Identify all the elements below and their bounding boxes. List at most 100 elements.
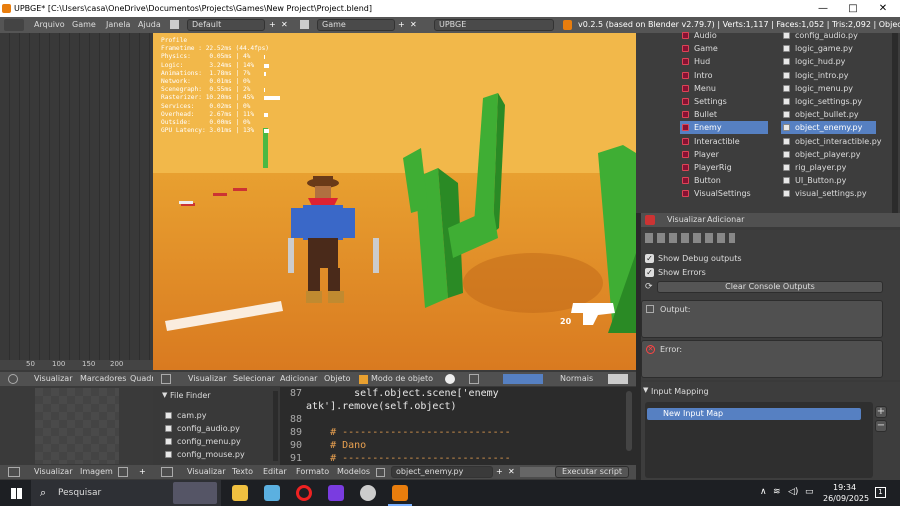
maximize-button[interactable]: □ xyxy=(838,0,868,17)
outliner-script-item[interactable]: object_bullet.py xyxy=(781,108,876,121)
editor-type-icon[interactable] xyxy=(161,374,171,384)
close-window-button[interactable]: ✕ xyxy=(868,0,898,17)
collapse-icon[interactable]: ▼ xyxy=(162,391,167,399)
editor-type-icon[interactable] xyxy=(161,467,173,477)
outliner-scene-item[interactable]: Audio xyxy=(680,29,768,42)
outliner-script-item[interactable]: logic_game.py xyxy=(781,42,876,55)
render-engine-selector[interactable]: UPBGE xyxy=(434,19,554,31)
timeline-menu-quadro[interactable]: Quadro xyxy=(130,372,153,386)
outliner-scene-item[interactable]: Game xyxy=(680,42,768,55)
outliner-script-item[interactable]: visual_settings.py xyxy=(781,187,876,200)
manipulator-icons[interactable] xyxy=(503,374,543,384)
view-menu-adicionar[interactable]: Adicionar xyxy=(280,372,317,386)
add-input-map-button[interactable]: + xyxy=(875,406,887,418)
outliner-scene-item[interactable]: Settings xyxy=(680,95,768,108)
windows-start-icon[interactable] xyxy=(11,488,22,499)
outliner-scene-item[interactable]: Button xyxy=(680,174,768,187)
view-menu-objeto[interactable]: Objeto xyxy=(324,372,351,386)
clock-date[interactable]: 26/09/2025 xyxy=(823,494,869,503)
input-map-item[interactable]: New Input Map xyxy=(647,408,861,420)
code-line[interactable]: # Dano xyxy=(306,440,366,451)
outliner[interactable]: Audio config_audio.py Game logic_game.py Hud… xyxy=(636,31,900,213)
tray-chevron-icon[interactable]: ∧ xyxy=(760,487,767,497)
text-file-name[interactable]: object_enemy.py xyxy=(391,466,493,478)
image-editor[interactable] xyxy=(0,386,153,465)
timeline-editor[interactable]: 50 100 150 200 xyxy=(0,33,153,370)
menu-janela[interactable]: Janela xyxy=(106,17,130,33)
timeline-menu-visualizar[interactable]: Visualizar xyxy=(34,372,73,386)
text-menu-editar[interactable]: Editar xyxy=(263,465,287,479)
editor-type-icon[interactable] xyxy=(8,374,18,384)
outliner-script-item[interactable]: logic_menu.py xyxy=(781,82,876,95)
outliner-script-item[interactable]: logic_intro.py xyxy=(781,69,876,82)
editor-type-icon[interactable] xyxy=(4,19,24,31)
layout-selector[interactable]: Default xyxy=(187,19,265,31)
code-line[interactable]: atk'].remove(self.object) xyxy=(306,401,457,412)
add-text-icon[interactable]: + xyxy=(496,465,503,479)
file-explorer-icon[interactable] xyxy=(232,485,248,501)
clear-console-button[interactable]: Clear Console Outputs xyxy=(657,281,883,293)
outliner-scene-item[interactable]: Enemy xyxy=(680,121,768,135)
outliner-scene-item[interactable]: VisualSettings xyxy=(680,187,768,200)
app-icon[interactable] xyxy=(360,485,376,501)
menu-arquivo[interactable]: Arquivo xyxy=(34,17,65,33)
add-scene-icon[interactable]: + xyxy=(398,17,405,33)
pivot-icon[interactable] xyxy=(469,374,479,384)
image-menu-imagem[interactable]: Imagem xyxy=(80,465,113,479)
text-menu-texto[interactable]: Texto xyxy=(232,465,253,479)
props-menu-visualizar[interactable]: Visualizar xyxy=(667,213,706,227)
remove-scene-icon[interactable]: ✕ xyxy=(410,17,417,33)
volume-icon[interactable]: ◁) xyxy=(788,487,798,497)
text-menu-visualizar[interactable]: Visualizar xyxy=(187,465,226,479)
outliner-scene-item[interactable]: Menu xyxy=(680,82,768,95)
notification-icon[interactable]: 1 xyxy=(875,487,886,498)
outliner-script-item[interactable]: object_player.py xyxy=(781,148,876,161)
outliner-scene-item[interactable]: PlayerRig xyxy=(680,161,768,174)
shading-icon[interactable] xyxy=(445,374,455,384)
text-toggle-icons[interactable] xyxy=(520,467,560,477)
taskbar-search-box[interactable]: ⌕ Pesquisar xyxy=(31,480,221,506)
context-icons[interactable] xyxy=(645,233,735,243)
minimize-button[interactable]: — xyxy=(808,0,838,17)
file-finder-item[interactable]: cam.py xyxy=(165,409,206,422)
menu-game[interactable]: Game xyxy=(72,17,96,33)
game-viewport[interactable]: Profile Frametime : 22.52ms (44.4fps) Phy… xyxy=(153,33,636,370)
orientation-selector[interactable]: Normais xyxy=(560,372,593,386)
outliner-scene-item[interactable]: Intro xyxy=(680,69,768,82)
remove-input-map-button[interactable]: − xyxy=(875,420,887,432)
outliner-script-item[interactable]: object_interactible.py xyxy=(781,135,882,148)
battery-icon[interactable]: ▭ xyxy=(805,487,814,497)
app-icon[interactable] xyxy=(264,485,280,501)
timeline-menu-marcadores[interactable]: Marcadores xyxy=(80,372,126,386)
menu-ajuda[interactable]: Ajuda xyxy=(138,17,161,33)
app-icon[interactable] xyxy=(328,485,344,501)
outliner-scene-item[interactable]: Hud xyxy=(680,55,768,68)
outliner-scene-item[interactable]: Player xyxy=(680,148,768,161)
image-browse-icon[interactable] xyxy=(118,467,128,477)
opera-icon[interactable] xyxy=(296,485,312,501)
props-menu-adicionar[interactable]: Adicionar xyxy=(707,213,744,227)
outliner-scene-item[interactable]: Bullet xyxy=(680,108,768,121)
remove-layout-icon[interactable]: ✕ xyxy=(281,17,288,33)
code-line[interactable]: # ---------------------------- xyxy=(306,427,511,438)
file-finder-item[interactable]: config_menu.py xyxy=(165,435,241,448)
view-menu-selecionar[interactable]: Selecionar xyxy=(233,372,275,386)
outliner-scene-item[interactable]: Interactible xyxy=(680,135,768,148)
text-editor[interactable]: 87 self.object.scene['enemy atk'].remove(… xyxy=(280,387,636,465)
object-mode-selector[interactable]: Modo de objeto xyxy=(371,372,433,386)
editor-type-icon[interactable] xyxy=(8,467,20,477)
text-browse-icon[interactable] xyxy=(376,468,385,477)
layer-icons[interactable] xyxy=(608,374,628,384)
outliner-script-item[interactable]: logic_hud.py xyxy=(781,55,876,68)
file-finder-item[interactable]: config_audio.py xyxy=(165,422,240,435)
add-layout-icon[interactable]: + xyxy=(269,17,276,33)
editor-type-icon[interactable] xyxy=(645,215,655,225)
clock-time[interactable]: 19:34 xyxy=(833,483,856,492)
outliner-script-item[interactable]: config_audio.py xyxy=(781,29,876,42)
collapse-icon[interactable]: ▼ xyxy=(643,386,648,394)
close-text-icon[interactable]: ✕ xyxy=(508,465,515,479)
wifi-icon[interactable]: ≋ xyxy=(773,487,781,497)
code-line[interactable]: self.object.scene['enemy xyxy=(306,388,499,399)
code-line[interactable]: # ---------------------------- xyxy=(306,453,511,464)
scene-selector[interactable]: Game xyxy=(317,19,395,31)
